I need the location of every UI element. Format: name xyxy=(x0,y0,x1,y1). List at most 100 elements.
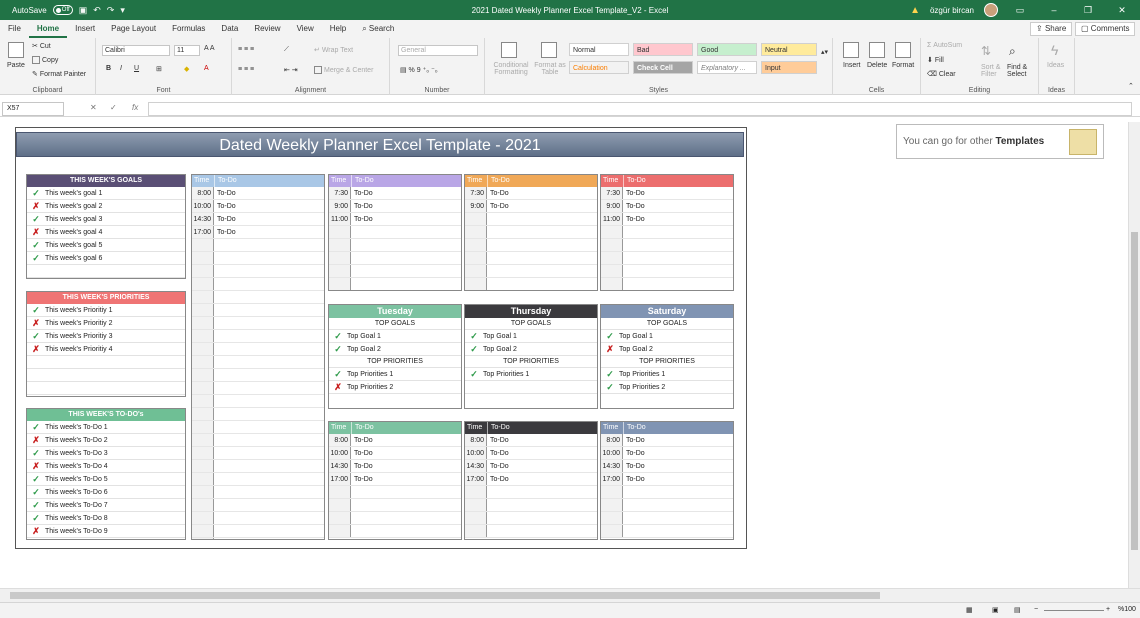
cancel-icon[interactable]: ✕ xyxy=(90,103,97,112)
schedule-row[interactable] xyxy=(465,265,597,278)
zoom-out-icon[interactable]: − xyxy=(1034,606,1038,613)
list-item[interactable]: ✓ This week's Prioritiy 1 xyxy=(27,304,185,317)
clear-button[interactable]: ⌫ Clear xyxy=(927,70,956,78)
number-format-icons[interactable]: ▤ % 9 ⁺₀ ⁻₀ xyxy=(400,66,438,74)
schedule-row[interactable]: 9:00 To-Do xyxy=(329,200,461,213)
promo-image[interactable] xyxy=(1069,129,1097,155)
schedule-row[interactable]: 7:30 To-Do xyxy=(601,187,733,200)
style-bad[interactable]: Bad xyxy=(633,43,693,56)
list-item[interactable]: ✓ Top Priorities 2 xyxy=(601,381,733,394)
font-size-icons[interactable]: A A xyxy=(204,45,215,52)
schedule-row[interactable] xyxy=(601,499,733,512)
list-item[interactable]: ✓ This week's goal 6 xyxy=(27,252,185,265)
list-item[interactable]: ✗ This week's Prioritiy 4 xyxy=(27,343,185,356)
schedule-row[interactable] xyxy=(329,265,461,278)
list-item[interactable] xyxy=(465,381,597,394)
bold-icon[interactable]: B xyxy=(106,65,111,72)
list-item[interactable] xyxy=(27,382,185,395)
format-painter-button[interactable]: ✎ Format Painter xyxy=(32,70,86,78)
list-item[interactable]: ✗ This week's To-Do 2 xyxy=(27,434,185,447)
merge-center-button[interactable]: Merge & Center xyxy=(314,66,373,74)
schedule-row[interactable] xyxy=(465,226,597,239)
list-item[interactable]: ✓ Top Goal 2 xyxy=(329,343,461,356)
list-item[interactable]: ✓ This week's Prioritiy 3 xyxy=(27,330,185,343)
schedule-row[interactable] xyxy=(192,265,324,278)
minimize-icon[interactable]: – xyxy=(1042,5,1066,15)
schedule-row[interactable] xyxy=(192,369,324,382)
copy-button[interactable]: Copy xyxy=(32,56,58,64)
tab-view[interactable]: View xyxy=(289,20,322,38)
schedule-row[interactable] xyxy=(192,317,324,330)
schedule-row[interactable] xyxy=(329,525,461,538)
schedule-row[interactable] xyxy=(192,239,324,252)
list-item[interactable] xyxy=(27,265,185,278)
list-item[interactable]: ✗ Top Priorities 2 xyxy=(329,381,461,394)
tab-data[interactable]: Data xyxy=(213,20,246,38)
schedule-row[interactable] xyxy=(465,213,597,226)
undo-icon[interactable]: ↶ xyxy=(93,5,101,16)
vertical-scrollbar[interactable] xyxy=(1128,122,1140,588)
list-item[interactable]: ✓ Top Priorities 1 xyxy=(601,368,733,381)
schedule-row[interactable] xyxy=(329,512,461,525)
tab-file[interactable]: File xyxy=(0,20,29,38)
schedule-row[interactable]: 10:00 To-Do xyxy=(601,447,733,460)
schedule-row[interactable]: 10:00 To-Do xyxy=(329,447,461,460)
vertical-scroll-thumb[interactable] xyxy=(1131,232,1138,550)
schedule-row[interactable] xyxy=(192,304,324,317)
list-item[interactable]: ✓ This week's goal 3 xyxy=(27,213,185,226)
save-icon[interactable]: ▣ xyxy=(79,5,88,16)
schedule-row[interactable] xyxy=(329,499,461,512)
enter-icon[interactable]: ✓ xyxy=(110,103,117,112)
name-box[interactable]: X57 xyxy=(2,102,64,116)
delete-button[interactable]: Delete xyxy=(867,62,887,69)
schedule-row[interactable] xyxy=(465,486,597,499)
style-check-cell[interactable]: Check Cell xyxy=(633,61,693,74)
schedule-row[interactable]: 14:30 To-Do xyxy=(192,213,324,226)
comments-button[interactable]: ▢ Comments xyxy=(1075,22,1136,36)
schedule-row[interactable] xyxy=(192,512,324,525)
schedule-row[interactable]: 8:00 To-Do xyxy=(192,187,324,200)
format-cells-icon[interactable] xyxy=(895,42,911,58)
templates-promo[interactable]: You can go for other Templates xyxy=(896,124,1104,159)
insert-cells-icon[interactable] xyxy=(843,42,859,58)
tab-help[interactable]: Help xyxy=(322,20,354,38)
formula-input[interactable] xyxy=(148,102,1132,116)
left-align-icons[interactable]: ≡ ≡ ≡ xyxy=(238,66,254,73)
schedule-row[interactable] xyxy=(192,447,324,460)
schedule-row[interactable] xyxy=(192,499,324,512)
schedule-row[interactable] xyxy=(465,512,597,525)
delete-cells-icon[interactable] xyxy=(869,42,885,58)
list-item[interactable]: ✗ Top Goal 2 xyxy=(601,343,733,356)
conditional-formatting-icon[interactable] xyxy=(501,42,517,58)
schedule-row[interactable]: 9:00 To-Do xyxy=(601,200,733,213)
list-item[interactable]: ✓ This week's goal 1 xyxy=(27,187,185,200)
list-item[interactable]: ✓ This week's To-Do 6 xyxy=(27,486,185,499)
schedule-row[interactable]: 17:00 To-Do xyxy=(192,226,324,239)
schedule-row[interactable] xyxy=(192,395,324,408)
schedule-row[interactable] xyxy=(192,278,324,291)
schedule-row[interactable] xyxy=(601,278,733,290)
indent-icons[interactable]: ⇤ ⇥ xyxy=(284,66,298,74)
list-item[interactable]: ✓ Top Goal 1 xyxy=(601,330,733,343)
list-item[interactable]: ✓ This week's To-Do 7 xyxy=(27,499,185,512)
schedule-row[interactable] xyxy=(329,278,461,290)
schedule-row[interactable]: 17:00 To-Do xyxy=(601,473,733,486)
customize-quick-access-icon[interactable]: ▾ xyxy=(120,5,125,16)
format-as-table-icon[interactable] xyxy=(541,42,557,58)
zoom-in-icon[interactable]: + xyxy=(1106,606,1110,613)
schedule-row[interactable]: 11:00 To-Do xyxy=(329,213,461,226)
tab-formulas[interactable]: Formulas xyxy=(164,20,213,38)
schedule-row[interactable]: 10:00 To-Do xyxy=(465,447,597,460)
list-item[interactable]: ✗ This week's goal 4 xyxy=(27,226,185,239)
normal-view-icon[interactable]: ▦ xyxy=(966,606,973,614)
paste-button[interactable]: Paste xyxy=(7,62,25,69)
style-neutral[interactable]: Neutral xyxy=(761,43,817,56)
page-layout-view-icon[interactable]: ▣ xyxy=(992,606,999,614)
schedule-row[interactable] xyxy=(192,486,324,499)
format-as-table-button[interactable]: Format as Table xyxy=(533,62,567,76)
list-item[interactable] xyxy=(27,369,185,382)
schedule-row[interactable]: 14:30 To-Do xyxy=(601,460,733,473)
avatar[interactable] xyxy=(984,3,998,17)
schedule-row[interactable] xyxy=(601,265,733,278)
schedule-row[interactable]: 8:00 To-Do xyxy=(329,434,461,447)
